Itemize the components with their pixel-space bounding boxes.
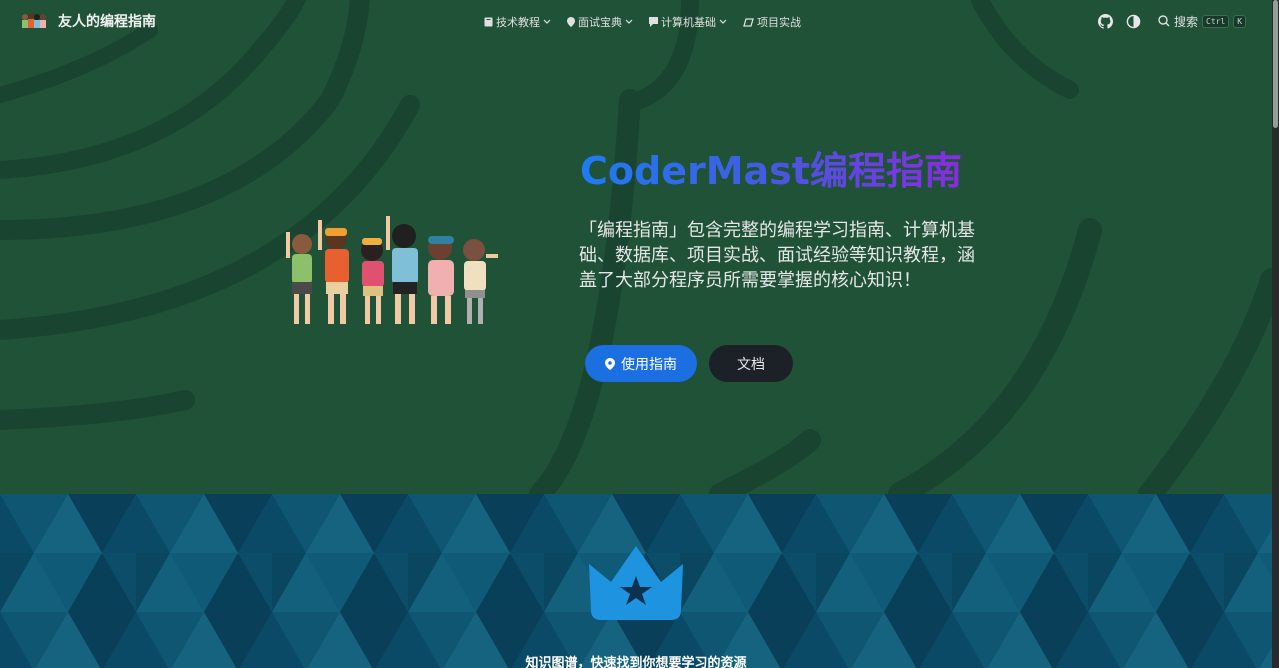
page-scrollbar[interactable] xyxy=(1272,0,1279,668)
chat-icon xyxy=(649,17,658,27)
hero-description: 「编程指南」包含完整的编程学习指南、计算机基础、数据库、项目实战、面试经验等知识… xyxy=(579,220,975,291)
chevron-down-icon xyxy=(625,19,633,24)
hero-section: CoderMast编程指南 「编程指南」包含完整的编程学习指南、计算机基础、数据… xyxy=(0,0,1272,494)
pin-icon xyxy=(605,357,615,370)
brand-link[interactable]: 友人的编程指南 xyxy=(20,11,156,31)
docs-button-label: 文档 xyxy=(737,356,765,373)
nav-item-label: 技术教程 xyxy=(496,16,540,29)
github-link[interactable] xyxy=(1096,12,1114,30)
nav-item-label: 计算机基础 xyxy=(661,16,716,29)
shortcut-key-k: K xyxy=(1233,14,1247,28)
search-button[interactable]: 搜索 Ctrl K xyxy=(1158,13,1247,30)
hero-title: CoderMast编程指南 xyxy=(580,140,962,195)
navbar-actions: 搜索 Ctrl K xyxy=(1096,12,1247,30)
search-icon xyxy=(1158,15,1170,27)
guide-button-label: 使用指南 xyxy=(621,356,677,373)
nav-item-tutorials[interactable]: 技术教程 xyxy=(484,14,551,30)
top-navbar: 友人的编程指南 技术教程 面试宝典 计算机基础 项目实战 搜索 Ctrl K xyxy=(0,0,1272,44)
book-icon xyxy=(484,17,493,27)
nav-item-label: 面试宝典 xyxy=(578,16,622,29)
nav-item-interview[interactable]: 面试宝典 xyxy=(567,14,633,30)
eraser-icon xyxy=(743,17,754,27)
kids-cheering-illustration xyxy=(286,216,498,324)
chevron-down-icon xyxy=(719,19,727,24)
theme-toggle-icon xyxy=(1126,14,1140,28)
kids-group-logo xyxy=(22,13,46,28)
shortcut-key-ctrl: Ctrl xyxy=(1202,14,1230,28)
pin-icon xyxy=(567,17,575,27)
docs-button[interactable]: 文档 xyxy=(709,345,793,382)
nav-item-projects[interactable]: 项目实战 xyxy=(743,14,801,30)
main-nav: 技术教程 面试宝典 计算机基础 项目实战 xyxy=(484,14,801,30)
features-caption: 知识图谱，快速找到你想要学习的资源 xyxy=(525,656,747,668)
chevron-down-icon xyxy=(543,19,551,24)
features-section: 知识图谱，快速找到你想要学习的资源 xyxy=(0,494,1272,668)
theme-toggle[interactable] xyxy=(1124,12,1142,30)
nav-item-cs-basics[interactable]: 计算机基础 xyxy=(649,14,727,30)
scrollbar-thumb[interactable] xyxy=(1273,0,1278,128)
guide-button[interactable]: 使用指南 xyxy=(585,345,697,382)
nav-item-label: 项目实战 xyxy=(757,16,801,29)
site-title: 友人的编程指南 xyxy=(58,14,156,30)
github-icon xyxy=(1097,13,1113,29)
search-label: 搜索 xyxy=(1174,14,1199,29)
crown-star-icon xyxy=(589,546,683,620)
